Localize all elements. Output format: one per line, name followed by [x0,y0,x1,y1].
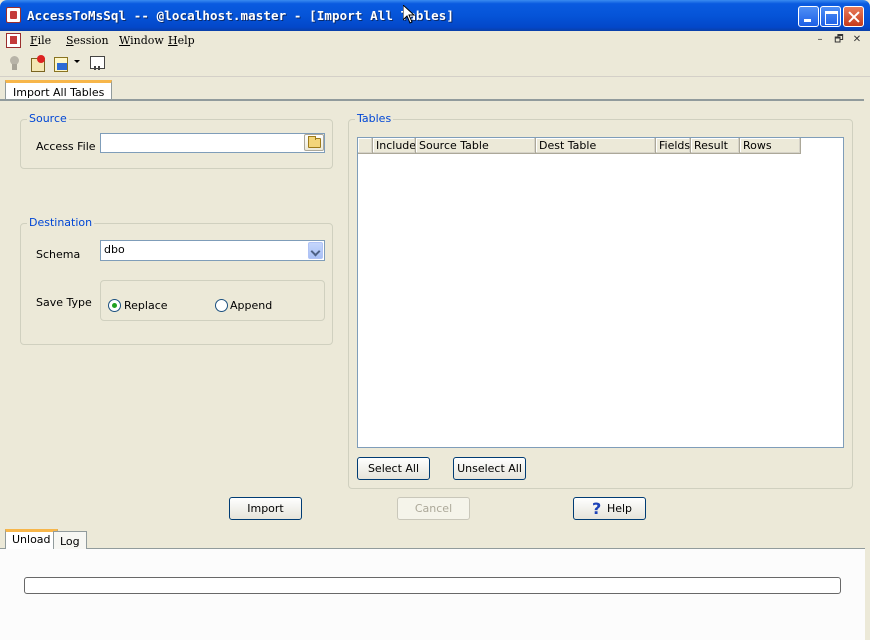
grid-header: Include Source Table Dest Table Fields R… [358,138,801,154]
document-tab-bar: Import All Tables [0,78,870,100]
schema-select[interactable]: dbo [100,240,325,261]
disconnect-icon[interactable] [30,55,46,72]
maximize-button[interactable] [820,6,841,27]
tab-unload[interactable]: Unload [5,529,58,549]
document-icon[interactable] [6,33,21,48]
source-group-title: Source [27,112,69,125]
schema-value: dbo [104,243,125,256]
access-file-input[interactable] [100,133,325,153]
menu-help[interactable]: Help [168,34,195,47]
minimize-button[interactable] [798,6,819,27]
tables-group-title: Tables [355,112,394,125]
column-header-result[interactable]: Result [691,138,740,154]
menu-window[interactable]: Window [119,34,164,47]
column-header-source-table[interactable]: Source Table [416,138,536,154]
folder-icon [308,136,321,148]
save-type-label: Save Type [36,296,92,309]
tab-log[interactable]: Log [53,531,87,549]
dropdown-arrow-icon[interactable] [74,60,80,63]
replace-label[interactable]: Replace [124,299,168,312]
help-button-label: Help [606,502,633,515]
connect-icon[interactable] [7,55,23,71]
cancel-button[interactable]: Cancel [397,497,470,520]
menu-session[interactable]: Session [66,34,109,47]
column-header-fields[interactable]: Fields [656,138,691,154]
question-mark-icon: ? [592,499,602,518]
progress-bar [24,577,841,594]
help-button[interactable]: ? Help [573,497,646,520]
column-header-include[interactable]: Include [373,138,416,154]
append-radio[interactable] [215,299,228,312]
tables-grid[interactable]: Include Source Table Dest Table Fields R… [357,137,844,448]
mdi-restore-button[interactable]: 🗗 [833,34,845,46]
browse-button[interactable] [304,134,324,151]
import-button[interactable]: Import [229,497,302,520]
output-panel [0,548,865,640]
window-title: AccessToMsSql -- @localhost.master - [Im… [27,8,455,23]
menu-file[interactable]: File [30,34,51,47]
select-all-button[interactable]: Select All [357,457,430,480]
mdi-minimize-button[interactable]: – [814,34,826,46]
toolbar [0,51,870,77]
menu-bar: File Session Window Help – 🗗 ✕ [0,31,870,51]
replace-radio[interactable] [108,299,121,312]
app-icon[interactable] [6,7,21,23]
report-icon[interactable] [89,55,105,71]
schema-label: Schema [36,248,81,261]
append-label[interactable]: Append [230,299,272,312]
access-file-label: Access File [36,140,96,153]
tab-divider [0,99,864,101]
title-bar[interactable]: AccessToMsSql -- @localhost.master - [Im… [0,0,870,31]
chevron-down-icon[interactable] [308,242,323,259]
mdi-close-button[interactable]: ✕ [851,34,863,46]
destination-group-title: Destination [27,216,95,229]
column-header-rows[interactable]: Rows [740,138,801,154]
tab-import-all-tables[interactable]: Import All Tables [5,80,113,100]
column-header-dest-table[interactable]: Dest Table [536,138,656,154]
open-task-icon[interactable] [53,55,69,72]
unselect-all-button[interactable]: Unselect All [453,457,526,480]
column-header-row-selector [358,138,373,154]
close-button[interactable] [843,6,864,27]
